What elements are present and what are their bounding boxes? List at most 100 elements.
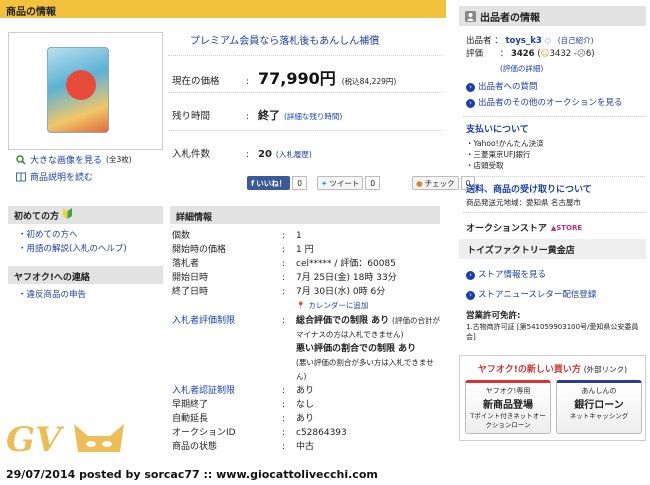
other-auctions-label[interactable]: 出品者のその他のオークションを見る [478, 96, 623, 111]
facebook-like-button[interactable]: f いいね！ [247, 176, 291, 190]
bid-count-row: 入札件数 : 20 (入札履歴) [172, 146, 312, 160]
check-label: チェック [424, 178, 455, 188]
eval-limit-total: 総合評価での制限 あり [296, 316, 390, 326]
beginner-guide-label[interactable]: 初めての方へ [27, 230, 78, 240]
detail-key: 早期終了 [172, 400, 209, 410]
colon: : [282, 287, 286, 297]
eval-limit-link[interactable]: 入札者評価制限 [172, 314, 282, 384]
seller-id-link[interactable]: toys_k3 [505, 36, 541, 46]
product-thumbnail-box[interactable] [8, 32, 163, 150]
detail-key: 開始時の価格 [172, 245, 227, 255]
description-link[interactable]: 商品説明を読む [16, 170, 93, 183]
colon: : [282, 245, 286, 255]
colon: : [282, 273, 286, 283]
newsletter-label[interactable]: ストアニュースレター配信登録 [478, 288, 596, 303]
btn1-top: ヤフオク!専用 [485, 387, 531, 395]
arrow-right-icon: › [466, 271, 475, 280]
details-header: 詳細情報 [170, 206, 440, 224]
payment-section-link[interactable]: 支払いについて [466, 122, 529, 135]
question-seller-link[interactable]: › 出品者への質問 [466, 80, 538, 95]
detail-value: 中古 [296, 442, 315, 452]
store-name: トイズファクトリー黄金店 [467, 246, 575, 256]
bid-history-link[interactable]: (入札履歴) [276, 149, 312, 160]
premium-promo-link[interactable]: プレミアム会員なら落札後もあんしん補償 [190, 32, 379, 47]
book-icon [16, 172, 26, 182]
colon: : [246, 112, 250, 122]
bank-loan-button[interactable]: あんしんの 銀行ローン ネットキャッシング [556, 380, 642, 434]
tweet-label: ツイート [329, 178, 360, 188]
check-button[interactable]: ● チェック [412, 176, 459, 190]
add-calendar-link[interactable]: 📍 カレンダーに追加 [296, 299, 440, 313]
detail-value: c52864393 [296, 428, 347, 438]
new-product-loan-button[interactable]: ヤフオク!専用 新商品登場 Tポイント付きネットオークションローン [465, 380, 551, 434]
large-image-link[interactable]: 大きな画像を見る (全3枚) [16, 153, 132, 166]
remaining-time-row: 残り時間 : 終了 (詳細な残り時間) [172, 107, 342, 123]
detail-key: 個数 [172, 231, 191, 241]
report-violation-link[interactable]: ・違反商品の申告 [8, 288, 86, 302]
detail-row-condition: 商品の状態: 中古 [172, 440, 440, 454]
beginner-mark-icon [63, 208, 73, 222]
payment-methods-list: ・Yahoo!かんたん決済 ・三菱東京UFJ銀行 ・店頭受取 [466, 139, 544, 170]
colon: : [282, 428, 286, 438]
rating-detail-link[interactable]: (評価の詳細) [500, 62, 543, 75]
contact-section-title: ヤフオク!への連絡 [14, 273, 90, 283]
auction-store-title: オークションストア [466, 224, 547, 234]
facebook-icon: f [251, 178, 255, 188]
check-icon: ● [416, 178, 423, 188]
auth-limit-link[interactable]: 入札者認証制限 [172, 384, 282, 398]
colon: : [282, 231, 286, 241]
magnifier-icon [16, 154, 26, 165]
detail-row-start-price: 開始時の価格:1 円 [172, 243, 440, 257]
like-label: いいね！ [256, 178, 287, 188]
details-table: 個数:1 開始時の価格:1 円 落札者: cel***** / 評価：60085 … [172, 229, 440, 454]
new-buy-title: ヤフオク!の新しい買い方 [477, 365, 581, 375]
detail-value: 7月 25日(金) 18時 33分 [296, 273, 397, 283]
remaining-time-label: 残り時間 [172, 111, 211, 122]
btn1-sub: Tポイント付きネットオークションローン [470, 412, 546, 429]
like-count: 0 [292, 176, 308, 190]
large-image-label[interactable]: 大きな画像を見る [30, 153, 102, 166]
person-icon [465, 10, 476, 22]
remaining-time-detail-link[interactable]: (詳細な残り時間) [284, 111, 342, 122]
glossary-label[interactable]: 用語の解説(入札のヘルプ) [27, 244, 127, 254]
report-violation-label[interactable]: 違反商品の申告 [27, 290, 87, 300]
current-price-label: 現在の価格 [172, 76, 220, 87]
newsletter-link[interactable]: › ストアニュースレター配信登録 [466, 288, 596, 303]
description-label[interactable]: 商品説明を読む [30, 170, 93, 183]
detail-key: 商品の状態 [172, 442, 218, 452]
detail-value: 1 円 [296, 245, 314, 255]
seller-info-header: 出品者の情報 [459, 6, 646, 26]
divider [168, 55, 442, 56]
detail-row-early-end: 早期終了: なし [172, 398, 440, 412]
detail-value: なし [296, 400, 315, 410]
question-seller-label[interactable]: 出品者への質問 [478, 80, 538, 95]
large-image-count: (全3枚) [106, 155, 132, 164]
contact-links: ・違反商品の申告 [8, 288, 86, 302]
other-auctions-link[interactable]: › 出品者のその他のオークションを見る [466, 96, 623, 111]
divider [168, 130, 442, 131]
store-info-label[interactable]: ストア情報を見る [478, 268, 546, 283]
divider [463, 116, 645, 117]
new-buy-title-row: ヤフオク!の新しい買い方 (外部リンク) [460, 356, 645, 375]
new-buy-external: (外部リンク) [583, 365, 628, 374]
calendar-pin-icon: 📍 [296, 301, 306, 310]
bad-rating-icon: ☹ [576, 49, 586, 59]
beginner-guide-link[interactable]: ・初めての方へ [8, 228, 127, 242]
store-info-link[interactable]: › ストア情報を見る [466, 268, 546, 283]
btn2-main: 銀行ローン [574, 400, 624, 411]
seller-id-row: 出品者 ： toys_k3 ◇ (自己紹介) [466, 36, 594, 46]
detail-row-winner: 落札者: cel***** / 評価：60085 [172, 257, 440, 271]
beginner-section-title: 初めての方 [14, 211, 60, 222]
self-intro-link[interactable]: (自己紹介) [558, 36, 594, 45]
bid-count-value: 20 [258, 149, 272, 160]
add-calendar-label[interactable]: カレンダーに追加 [308, 299, 368, 313]
tweet-button[interactable]: ✦ ツイート [317, 176, 364, 190]
rating-label: 評価 [466, 49, 484, 59]
divider [463, 176, 645, 177]
current-price-value: 77,990円 [258, 69, 336, 88]
detail-key: オークションID [172, 428, 236, 438]
shipping-section-link[interactable]: 送料、商品の受け取りについて [466, 182, 592, 195]
product-image[interactable] [47, 47, 109, 133]
watermark-caption: 29/07/2014 posted by sorcac77 :: www.gio… [6, 468, 378, 481]
glossary-link[interactable]: ・用語の解説(入札のヘルプ) [8, 242, 127, 256]
